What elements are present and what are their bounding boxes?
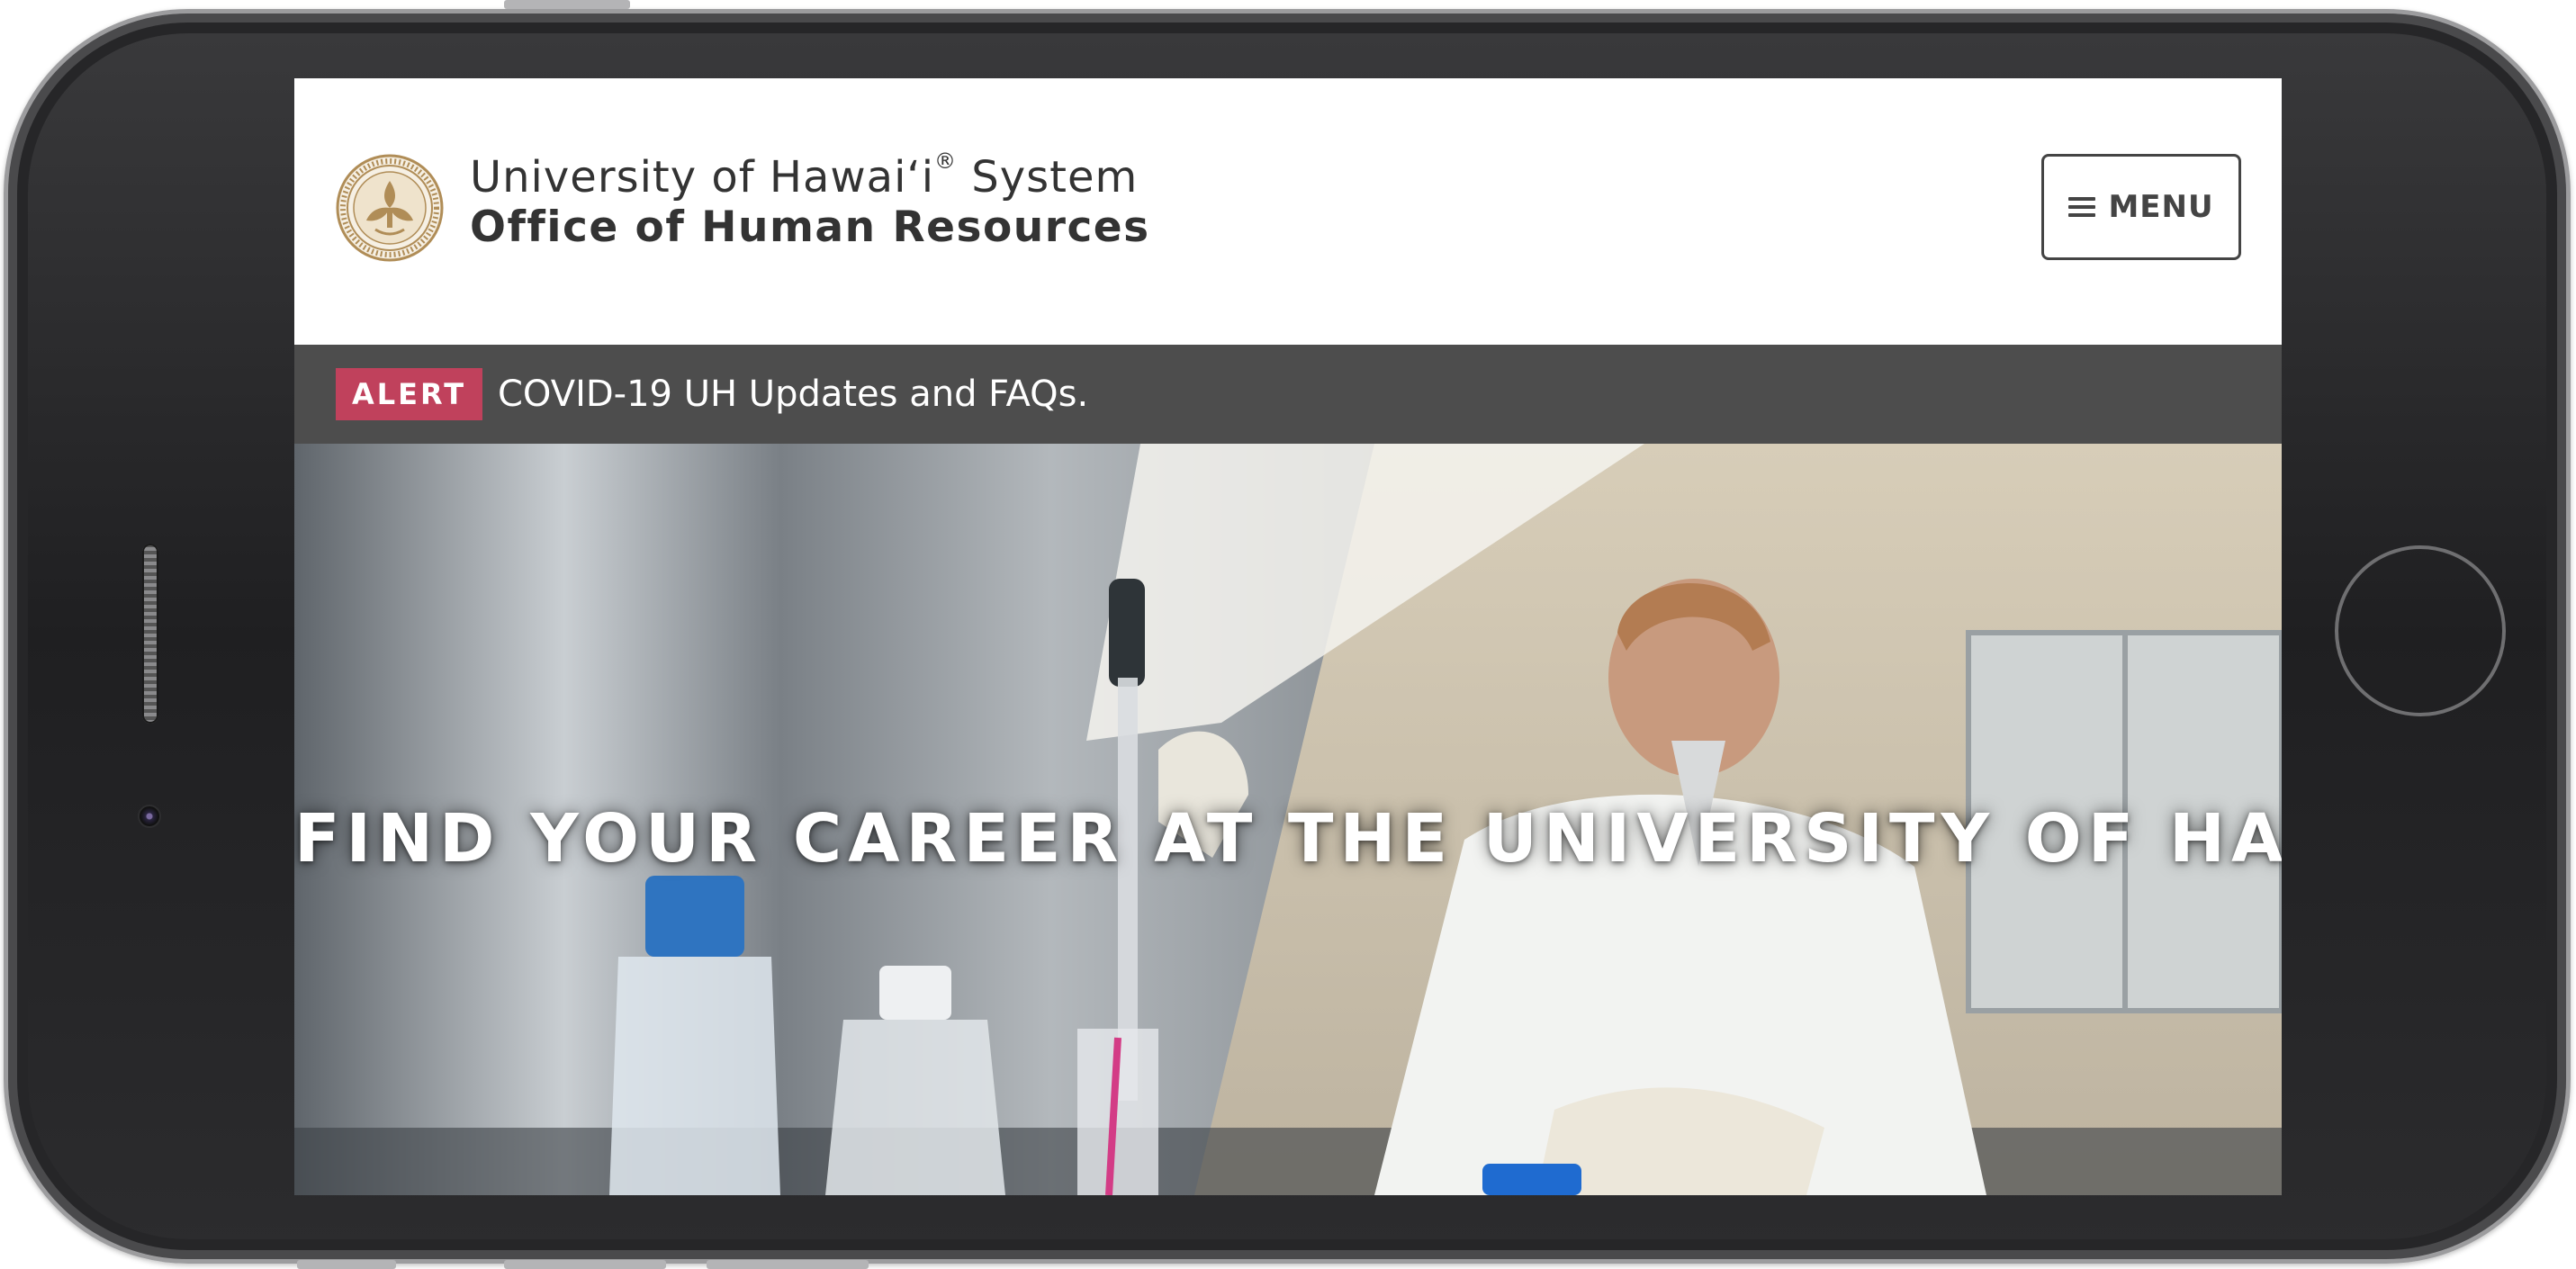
alert-bar: ALERT COVID-19 UH Updates and FAQs. <box>294 345 2282 444</box>
hero-title: FIND YOUR CAREER AT THE UNIVERSITY OF HA… <box>294 800 2282 878</box>
menu-label: MENU <box>2108 189 2214 225</box>
hamburger-icon <box>2068 197 2096 217</box>
speaker-grille <box>142 544 158 724</box>
camera-icon <box>138 805 161 828</box>
phone-bottom-button <box>707 1260 869 1269</box>
brand-title[interactable]: University of Hawaiʻi® System <box>470 148 1138 202</box>
university-seal-icon[interactable] <box>336 154 444 262</box>
device-screen: University of Hawaiʻi® System Office of … <box>294 78 2282 1195</box>
home-button[interactable] <box>2335 545 2506 716</box>
alert-link[interactable]: COVID-19 UH Updates and FAQs. <box>498 370 1088 418</box>
phone-top-button <box>504 0 630 9</box>
office-title[interactable]: Office of Human Resources <box>470 202 1150 252</box>
phone-bottom-button <box>504 1260 666 1269</box>
hero-banner: FIND YOUR CAREER AT THE UNIVERSITY OF HA… <box>294 444 2282 1195</box>
site-header: University of Hawaiʻi® System Office of … <box>294 78 2282 345</box>
registered-mark: ® <box>934 148 958 174</box>
phone-bottom-button <box>297 1260 396 1269</box>
menu-button[interactable]: MENU <box>2041 154 2241 260</box>
alert-badge: ALERT <box>336 368 483 420</box>
